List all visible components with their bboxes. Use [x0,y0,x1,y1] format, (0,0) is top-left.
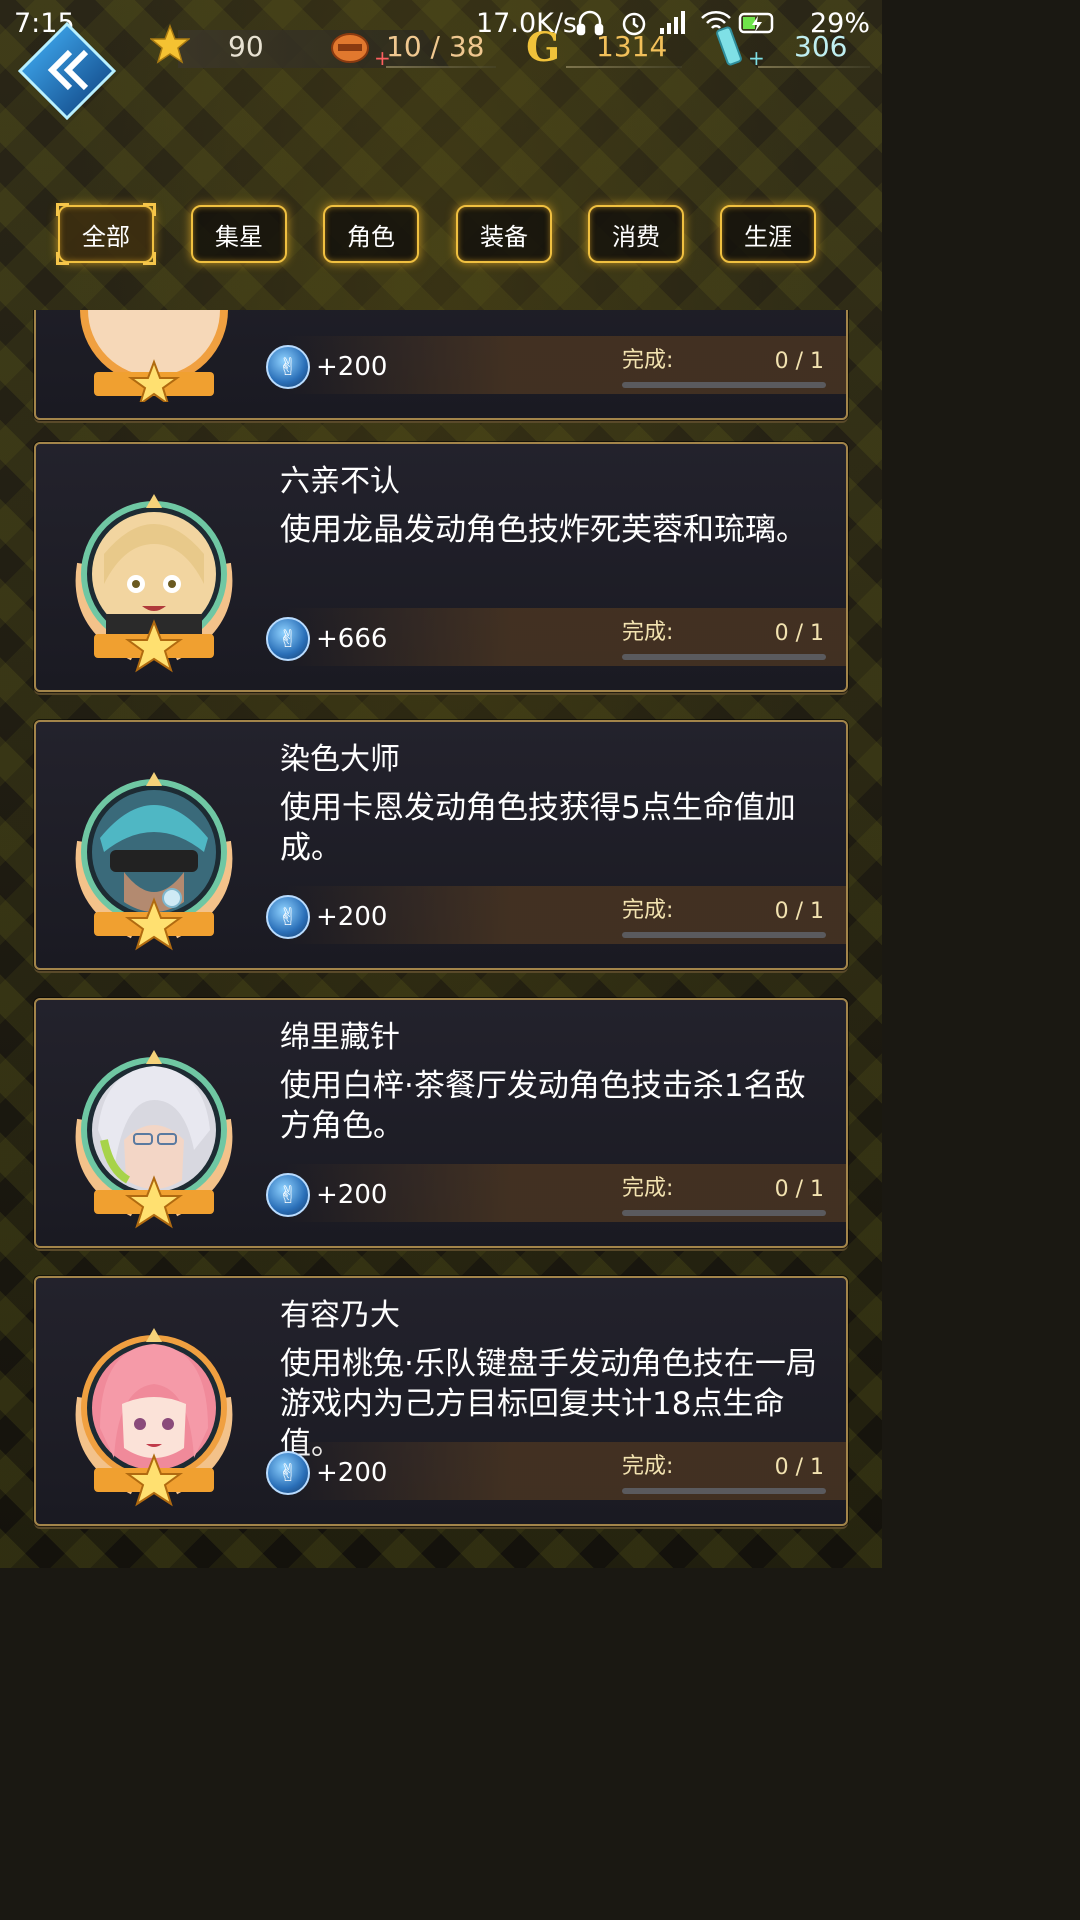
achievement-badge [64,474,244,673]
progress-bar [622,1488,826,1494]
back-button[interactable] [17,21,117,121]
progress-value: 0 / 1 [774,349,824,374]
achievement-badge [64,752,244,951]
progress-bar [622,382,826,388]
stamina-underline [386,66,496,68]
achievement-badge [64,1308,244,1507]
reward-token-icon: ✌ [266,345,310,389]
progress-value: 0 / 1 [774,1177,824,1202]
laurel-badge-icon [75,494,233,673]
done-label: 完成: [622,1454,674,1479]
done-label: 完成: [622,898,674,923]
reward-value: +200 [316,1458,388,1488]
done-label: 完成: [622,348,674,373]
achievement-description: 使用龙晶发动角色技炸死芙蓉和琉璃。 [280,512,807,548]
gold-underline [566,66,682,68]
tab-star-collection[interactable]: 集星 [191,205,287,263]
tab-label: 全部 [82,222,130,251]
reward-value: +666 [316,624,388,654]
reward-token-icon: ✌ [266,1451,310,1495]
tab-label: 装备 [480,222,528,251]
stamina-value: 10 / 38 [386,30,485,63]
done-label: 完成: [622,1176,674,1201]
achievement-reward: ✌ +200 [266,342,387,392]
achievement-title: 绵里藏针 [280,1020,400,1055]
achievement-title: 六亲不认 [280,464,400,499]
stamina-counter: + 10 / 38 [330,30,500,70]
progress-value: 0 / 1 [774,1455,824,1480]
achievement-description: 使用卡恩发动角色技获得5点生命值加成。 [280,790,796,866]
tab-label: 集星 [215,222,263,251]
progress-bar [622,932,826,938]
achievement-card[interactable]: 染色大师 使用卡恩发动角色技获得5点生命值加成。 ✌ +200 完成: 0 / … [34,720,848,970]
progress-value: 0 / 1 [774,621,824,646]
gems-underline [758,66,870,68]
reward-token-icon: ✌ [266,895,310,939]
progress-bar [622,1210,826,1216]
achievement-reward: ✌ +200 [266,1448,387,1498]
achievement-reward: ✌ +200 [266,892,387,942]
tab-label: 生涯 [744,222,792,251]
achievement-title: 有容乃大 [280,1298,400,1333]
star-icon [150,24,190,64]
reward-token-icon: ✌ [266,1173,310,1217]
tab-corner [56,252,69,265]
tab-characters[interactable]: 角色 [323,205,419,263]
reward-token-icon: ✌ [266,617,310,661]
stars-value: 90 [228,30,264,63]
achievement-card[interactable]: 六亲不认 使用龙晶发动角色技炸死芙蓉和琉璃。 ✌ +666 完成: 0 / 1 [34,442,848,692]
tab-label: 角色 [347,222,395,251]
tab-spending[interactable]: 消费 [588,205,684,263]
reward-value: +200 [316,1180,388,1210]
achievement-reward: ✌ +200 [266,1170,387,1220]
gems-counter: + 306 [712,26,872,70]
tab-corner [56,203,69,216]
achievement-card[interactable]: 有容乃大 使用桃兔·乐队键盘手发动角色技在一局游戏内为己方目标回复共计18点生命… [34,1276,848,1526]
category-tabs: 全部 集星 角色 装备 消费 生涯 [0,203,882,271]
laurel-badge-icon [75,1328,233,1507]
tab-career[interactable]: 生涯 [720,205,816,263]
achievement-card[interactable]: 绵里藏针 使用白梓·茶餐厅发动角色技击杀1名敌方角色。 ✌ +200 完成: 0… [34,998,848,1248]
crystal-icon [716,26,742,66]
achievement-title: 染色大师 [280,742,400,777]
gold-counter: G 1314 [526,24,686,71]
progress-value: 0 / 1 [774,899,824,924]
tab-corner [143,252,156,265]
stars-counter: 90 [150,24,450,68]
double-chevron-left-icon [17,21,117,121]
achievement-card[interactable]: ✌ +200 完成: 0 / 1 [34,310,848,420]
reward-value: +200 [316,352,388,382]
done-label: 完成: [622,620,674,645]
stamina-icon [331,33,369,63]
gold-coin-icon: G [526,24,561,71]
gold-value: 1314 [596,30,668,63]
laurel-badge-icon [75,1050,233,1229]
achievement-badge [64,310,244,407]
progress-bar [622,654,826,660]
achievement-list[interactable]: ✌ +200 完成: 0 / 1 六亲不认 使用龙晶发动角色技炸死芙蓉和琉璃。 … [0,310,882,1568]
laurel-badge-icon [80,310,228,407]
tab-corner [143,203,156,216]
tab-equipment[interactable]: 装备 [456,205,552,263]
achievement-badge [64,1030,244,1229]
achievement-reward: ✌ +666 [266,614,387,664]
achievement-description: 使用白梓·茶餐厅发动角色技击杀1名敌方角色。 [280,1068,806,1144]
laurel-badge-icon [75,772,233,951]
tab-label: 消费 [612,222,660,251]
reward-value: +200 [316,902,388,932]
gems-value: 306 [794,30,848,63]
tab-all[interactable]: 全部 [56,203,156,265]
